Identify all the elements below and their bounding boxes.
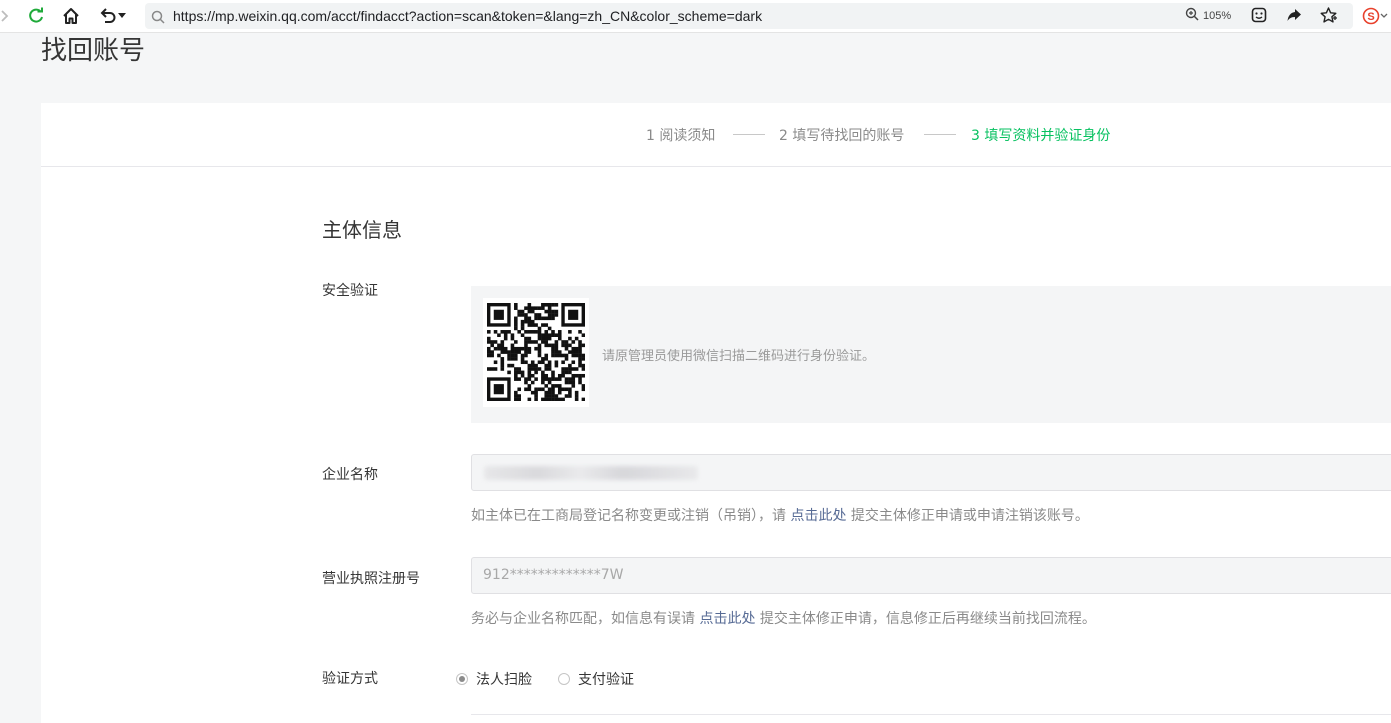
qr-panel: 请原管理员使用微信扫描二维码进行身份验证。 (471, 286, 1391, 423)
license-tip-text-end: 提交主体修正申请，信息修正后再继续当前找回流程。 (755, 611, 1096, 627)
company-name-label: 企业名称 (322, 467, 378, 483)
url-text[interactable]: https://mp.weixin.qq.com/acct/findacct?a… (173, 3, 762, 29)
share-icon[interactable] (1286, 7, 1302, 27)
step-indicator: 1 阅读须知 2 填写待找回的账号 3 填写资料并验证身份 (41, 103, 1391, 167)
main-card: 1 阅读须知 2 填写待找回的账号 3 填写资料并验证身份 主体信息 安全验证 … (41, 103, 1391, 723)
company-name-field[interactable] (471, 454, 1391, 491)
radio-face-scan[interactable]: 法人扫脸 (456, 669, 532, 689)
license-correction-link[interactable]: 点击此处 (699, 611, 755, 627)
qr-code[interactable] (483, 298, 589, 407)
qr-code-image (487, 303, 585, 401)
forward-arrow-icon[interactable] (0, 5, 10, 27)
license-number-field[interactable]: 912*************7W (471, 557, 1391, 594)
home-icon[interactable] (61, 5, 81, 27)
search-icon (151, 9, 165, 28)
section-title: 主体信息 (322, 218, 402, 242)
face-icon[interactable] (1251, 7, 1267, 27)
company-tip-text-end: 提交主体修正申请或申请注销该账号。 (846, 508, 1089, 524)
step-divider (733, 134, 765, 135)
chevron-down-icon[interactable] (117, 5, 127, 27)
qr-hint-text: 请原管理员使用微信扫描二维码进行身份验证。 (602, 349, 876, 364)
refresh-icon[interactable] (26, 5, 46, 27)
step-1: 1 阅读须知 (646, 128, 716, 144)
address-bar[interactable]: https://mp.weixin.qq.com/acct/findacct?a… (145, 3, 1353, 29)
license-tip: 务必与企业名称匹配，如信息有误请 点击此处 提交主体修正申请，信息修正后再继续当… (471, 608, 1096, 628)
verify-method-label: 验证方式 (322, 671, 378, 687)
zoom-indicator[interactable]: 105% (1185, 6, 1231, 25)
company-correction-link[interactable]: 点击此处 (790, 508, 846, 524)
license-number-value: 912*************7W (483, 567, 624, 583)
redacted-company-name (484, 466, 698, 480)
radio-unchecked-icon[interactable] (558, 673, 570, 685)
zoom-icon (1185, 6, 1199, 25)
radio-checked-icon[interactable] (456, 673, 468, 685)
radio-payment-label: 支付验证 (578, 672, 634, 688)
zoom-level: 105% (1203, 9, 1232, 22)
license-tip-text: 务必与企业名称匹配，如信息有误请 (471, 611, 700, 627)
step-divider (924, 134, 956, 135)
radio-payment[interactable]: 支付验证 (558, 669, 634, 689)
star-icon[interactable] (1320, 7, 1337, 27)
page-title: 找回账号 (41, 36, 146, 66)
step-3-active: 3 填写资料并验证身份 (971, 128, 1111, 144)
security-label: 安全验证 (322, 283, 378, 299)
extension-icon[interactable]: S (1362, 7, 1388, 29)
browser-toolbar: https://mp.weixin.qq.com/acct/findacct?a… (0, 0, 1391, 33)
divider (471, 714, 1391, 715)
radio-face-scan-label: 法人扫脸 (476, 672, 532, 688)
company-tip: 如主体已在工商局登记名称变更或注销（吊销），请 点击此处 提交主体修正申请或申请… (471, 505, 1089, 525)
company-tip-text: 如主体已在工商局登记名称变更或注销（吊销），请 (471, 508, 791, 524)
license-label: 营业执照注册号 (322, 571, 420, 587)
step-2: 2 填写待找回的账号 (779, 128, 905, 144)
undo-icon[interactable] (98, 5, 118, 27)
svg-text:S: S (1367, 11, 1374, 23)
